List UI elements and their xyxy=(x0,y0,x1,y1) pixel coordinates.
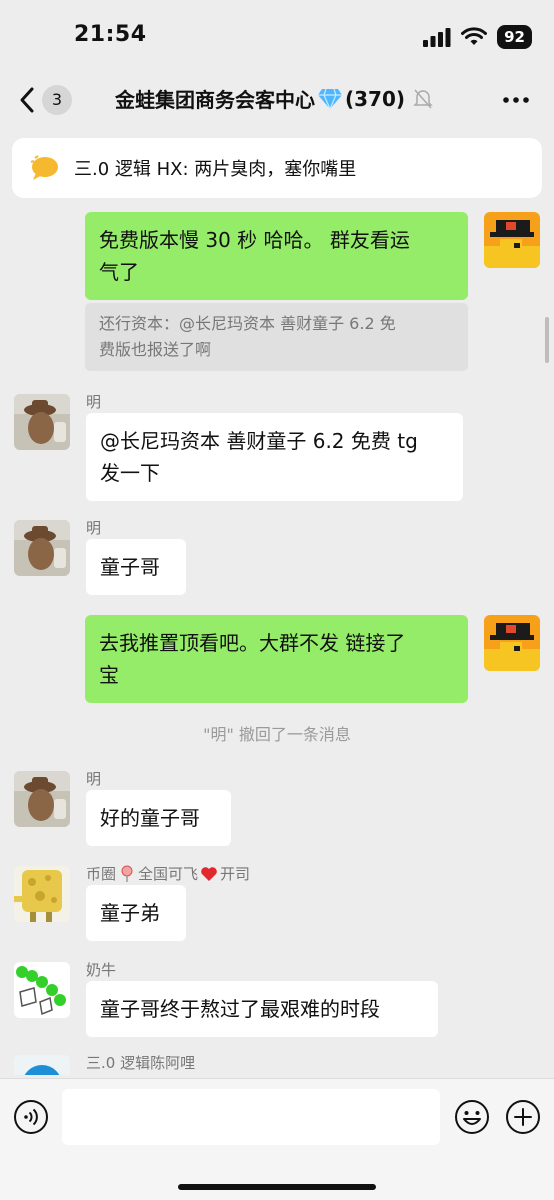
message-input[interactable] xyxy=(62,1089,440,1145)
message-text: 宝 xyxy=(99,663,119,687)
message-bubble[interactable]: 去我推置顶看吧。大群不发 链接了 宝 xyxy=(85,615,468,703)
home-indicator[interactable] xyxy=(178,1184,376,1190)
chat-title[interactable]: 金蛙集团商务会客中心 (370) xyxy=(115,84,433,113)
message-text: @长尼玛资本 善财童子 6.2 免费 tg xyxy=(100,429,418,453)
message-list: 免费版本慢 30 秒 哈哈。 群友看运 气了 还行资本：@长尼玛资本 善财童子 … xyxy=(0,205,554,1075)
chat-header: 3 金蛙集团商务会客中心 (370) xyxy=(0,72,554,128)
back-chevron-icon[interactable] xyxy=(14,84,42,116)
message-bubble[interactable]: 免费版本慢 30 秒 哈哈。 群友看运 气了 xyxy=(85,212,468,300)
message-text: 发一下 xyxy=(100,461,160,485)
message-bubble[interactable]: 童子哥 xyxy=(86,539,186,595)
wifi-icon xyxy=(461,27,488,45)
unread-count-badge[interactable]: 3 xyxy=(42,85,72,115)
quoted-reply[interactable]: 还行资本：@长尼玛资本 善财童子 6.2 免 费版也报送了啊 xyxy=(85,303,468,371)
chat-title-text: 金蛙集团商务会客中心 xyxy=(115,88,315,112)
quoted-text: 费版也报送了啊 xyxy=(99,340,212,359)
diamond-icon xyxy=(318,88,342,109)
member-avatar[interactable] xyxy=(14,394,70,450)
member-avatar[interactable] xyxy=(14,520,70,576)
sender-name[interactable]: 币圈 全国可飞 开司 xyxy=(86,863,250,884)
message-text: 去我推置顶看吧。大群不发 链接了 xyxy=(99,631,406,655)
self-avatar[interactable] xyxy=(484,615,540,671)
message-text: 好的童子哥 xyxy=(100,806,200,830)
battery-indicator: 92 xyxy=(497,25,532,49)
mute-bell-icon xyxy=(413,89,433,108)
emoji-icon[interactable] xyxy=(454,1099,490,1135)
sender-name[interactable]: 明 xyxy=(86,391,101,412)
message-bubble[interactable]: 童子弟 xyxy=(86,885,186,941)
message-text: 童子哥终于熬过了最艰难的时段 xyxy=(100,997,380,1021)
sender-name-part: 开司 xyxy=(220,865,251,883)
pinned-message-text: 三.0 逻辑 HX: 两片臭肉，塞你嘴里 xyxy=(74,159,357,180)
lollipop-icon xyxy=(121,865,133,882)
message-bubble[interactable]: 童子哥终于熬过了最艰难的时段 xyxy=(86,981,438,1037)
message-text: 童子哥 xyxy=(100,555,160,579)
quoted-text: 还行资本：@长尼玛资本 善财童子 6.2 免 xyxy=(99,314,396,333)
member-avatar[interactable] xyxy=(14,962,70,1018)
voice-input-icon[interactable] xyxy=(13,1099,49,1135)
message-bubble[interactable]: @长尼玛资本 善财童子 6.2 免费 tg 发一下 xyxy=(86,413,463,501)
message-text: 气了 xyxy=(99,260,139,284)
status-time: 21:54 xyxy=(74,22,147,47)
sender-name[interactable]: 三.0 逻辑陈阿哩 xyxy=(86,1052,195,1073)
recall-notice: "明" 撤回了一条消息 xyxy=(203,725,351,744)
sender-name-part: 全国可飞 xyxy=(138,865,199,883)
more-options-icon[interactable] xyxy=(500,88,532,112)
plus-icon[interactable] xyxy=(505,1099,541,1135)
message-text: 童子弟 xyxy=(100,901,160,925)
sender-name[interactable]: 明 xyxy=(86,768,101,789)
status-icons: 92 xyxy=(423,24,532,50)
sender-name[interactable]: 明 xyxy=(86,517,101,538)
member-count: (370) xyxy=(345,86,406,111)
input-bar xyxy=(0,1078,554,1200)
message-bubble[interactable]: 好的童子哥 xyxy=(86,790,231,846)
member-avatar[interactable] xyxy=(14,771,70,827)
sender-name[interactable]: 奶牛 xyxy=(86,959,116,980)
sender-name-part: 币圈 xyxy=(86,865,117,883)
self-avatar[interactable] xyxy=(484,212,540,268)
status-bar: 21:54 92 xyxy=(0,0,554,72)
member-avatar[interactable] xyxy=(14,1055,70,1075)
pinned-message[interactable]: 三.0 逻辑 HX: 两片臭肉，塞你嘴里 xyxy=(12,138,542,198)
member-avatar[interactable] xyxy=(14,866,70,922)
pinned-speech-bubble-icon xyxy=(30,155,58,180)
signal-icon xyxy=(423,28,451,47)
message-text: 免费版本慢 30 秒 哈哈。 群友看运 xyxy=(99,228,410,252)
heart-icon xyxy=(201,866,217,881)
